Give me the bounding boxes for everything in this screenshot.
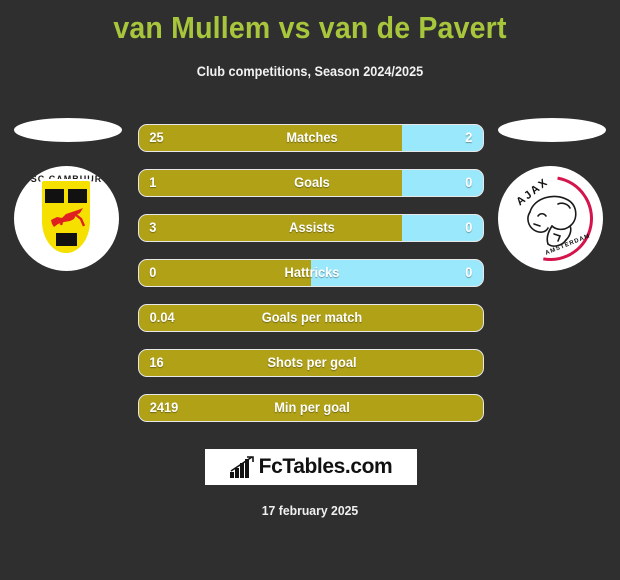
comparison-infographic: van Mullem vs van de Pavert Club competi… — [0, 0, 620, 580]
cambuur-horse-icon — [51, 208, 86, 227]
cambuur-bar-2 — [68, 189, 87, 203]
stat-label: Min per goal — [274, 400, 350, 415]
page-title: van Mullem vs van de Pavert — [113, 10, 507, 45]
bar-chart-icon — [229, 456, 254, 478]
right-logo-ellipse-top — [498, 118, 606, 142]
cambuur-bar-3 — [56, 233, 77, 246]
table-row[interactable]: 0.04 Goals per match — [138, 304, 484, 332]
stat-label: Matches — [286, 130, 338, 145]
fctables-logo-text: FcTables.com — [258, 455, 393, 478]
stat-value-right: 2 — [465, 130, 473, 145]
stat-bars: 25 Matches 2 1 Goals 0 3 Assists 0 0 Hat… — [138, 124, 484, 439]
stat-label: Goals — [294, 175, 330, 190]
fctables-logo[interactable]: FcTables.com — [205, 449, 417, 485]
ajax-logo: AJAX AMSTERDAM — [498, 166, 603, 271]
ajax-face-icon — [527, 195, 577, 247]
page-subtitle: Club competitions, Season 2024/2025 — [196, 64, 424, 79]
sc-cambuur-logo: SC CAMBUUR — [14, 166, 119, 271]
cambuur-shield-icon — [40, 179, 92, 255]
footer-date: 17 february 2025 — [261, 503, 359, 518]
stat-value-right: 0 — [465, 220, 473, 235]
table-row[interactable]: 0 Hattricks 0 — [138, 259, 484, 287]
table-row[interactable]: 1 Goals 0 — [138, 169, 484, 197]
stat-value-right: 0 — [465, 175, 473, 190]
table-row[interactable]: 16 Shots per goal — [138, 349, 484, 377]
stat-label: Shots per goal — [267, 355, 357, 370]
table-row[interactable]: 3 Assists 0 — [138, 214, 484, 242]
stat-label: Goals per match — [261, 310, 363, 325]
stat-value-right: 0 — [465, 265, 473, 280]
cambuur-bar-1 — [45, 189, 64, 203]
stat-label: Hattricks — [284, 265, 340, 280]
table-row[interactable]: 25 Matches 2 — [138, 124, 484, 152]
left-logo-ellipse-top — [14, 118, 122, 142]
stat-label: Assists — [289, 220, 335, 235]
table-row[interactable]: 2419 Min per goal — [138, 394, 484, 422]
